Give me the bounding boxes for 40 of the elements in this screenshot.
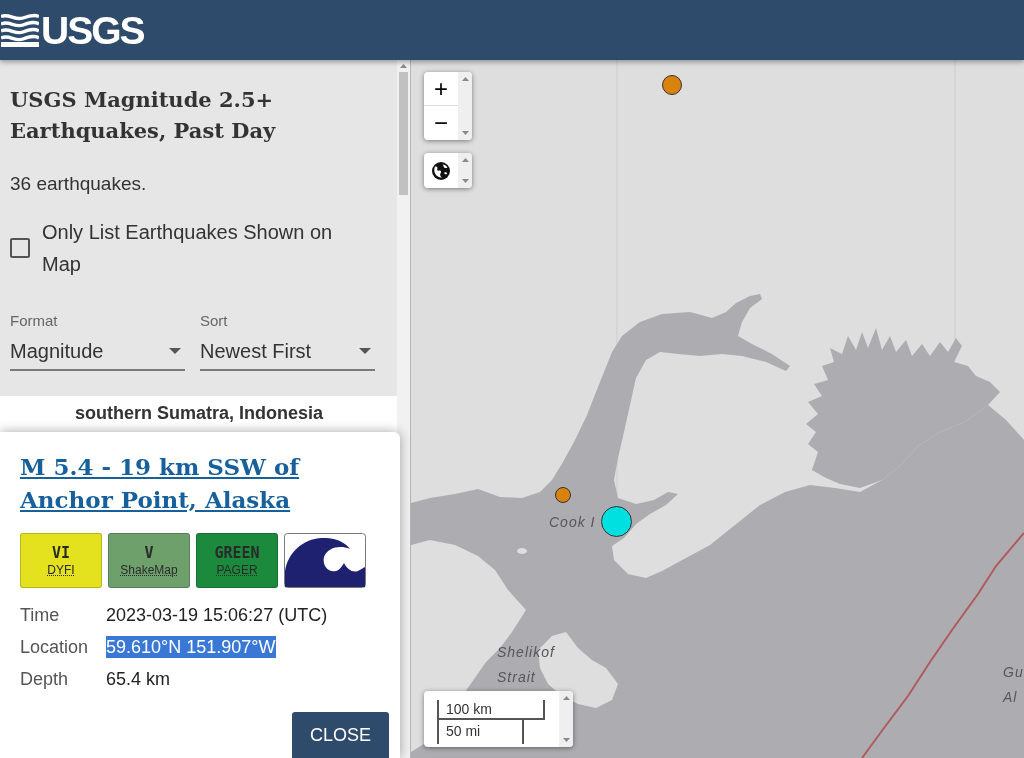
- scale-bar: 100 km: [437, 700, 545, 720]
- detail-label: Time: [20, 604, 61, 627]
- dropdown[interactable]: Newest First: [200, 333, 375, 371]
- close-button[interactable]: CLOSE: [292, 712, 389, 758]
- detail-label: Location: [20, 636, 90, 659]
- product-link[interactable]: VI DYFI: [20, 533, 102, 588]
- checkbox-label[interactable]: Only List Earthquakes Shown on Map: [42, 216, 342, 280]
- panel-title: USGS Magnitude 2.5+ Earthquakes, Past Day: [10, 86, 277, 145]
- product-link[interactable]: V ShakeMap: [108, 533, 190, 588]
- caret-down-icon: [461, 179, 469, 183]
- logo-wave-icon: [1, 13, 39, 47]
- logo-text[interactable]: USGS: [41, 10, 144, 50]
- map-label: Gu Al: [1003, 663, 1024, 707]
- detail-label: Depth: [20, 668, 70, 691]
- select-label: Format: [10, 311, 59, 331]
- scrollbar[interactable]: [458, 153, 472, 188]
- caret-up-icon: [461, 158, 469, 162]
- event-title-link[interactable]: M 5.4 - 19 km SSW of Anchor Point, Alaska: [20, 450, 350, 516]
- checkbox[interactable]: [10, 238, 30, 258]
- detail-value: 59.610°N 151.907°W: [106, 636, 276, 658]
- list-item-title[interactable]: southern Sumatra, Indonesia: [75, 402, 324, 424]
- earthquake-count: 36 earthquakes.: [10, 172, 148, 196]
- scrollbar[interactable]: [458, 72, 472, 140]
- caret-down-icon: [359, 348, 371, 354]
- map-label: Cook I: [549, 513, 596, 532]
- scrollbar-thumb[interactable]: [399, 72, 408, 195]
- caret-up-icon: [461, 77, 469, 81]
- map-label: Shelikof Strait: [497, 643, 555, 687]
- zoom-out-button[interactable]: −: [424, 106, 458, 140]
- globe-icon: [432, 161, 450, 180]
- select-label: Sort: [200, 311, 229, 331]
- caret-down-icon: [562, 738, 570, 742]
- caret-down-icon: [461, 131, 469, 135]
- detail-value: 2023-03-19 15:06:27 (UTC): [106, 604, 328, 626]
- caret-up-icon: [400, 64, 407, 68]
- tsunami-wave-icon[interactable]: [284, 533, 366, 588]
- dropdown[interactable]: Magnitude: [10, 333, 185, 371]
- caret-down-icon: [169, 348, 181, 354]
- detail-value: 65.4 km: [106, 668, 171, 690]
- scale-bar: 50 mi: [437, 720, 524, 744]
